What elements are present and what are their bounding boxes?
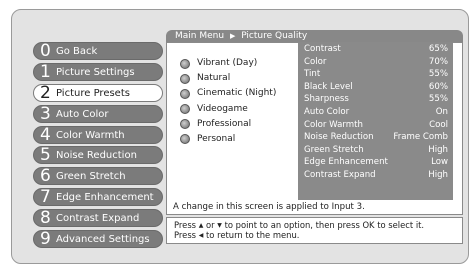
settings-row: Edge Enhancement Low [298,156,453,169]
setting-name: Color [304,56,327,67]
help-select-text: to point to an option, then press OK to … [224,220,425,230]
radio-button-icon[interactable] [180,88,190,99]
breadcrumb-current: Picture Quality [241,31,308,41]
info-note: A change in this screen is applied to In… [173,202,365,212]
menu-button-color-warmth[interactable]: 4 Color Warmth [33,124,163,145]
menu-button-number: 3 [40,103,51,124]
menu-button-auto-color[interactable]: 3 Auto Color [33,103,163,124]
help-return-text: to return to the menu. [206,230,300,240]
setting-name: Noise Reduction [304,132,374,143]
menu-button-label: Color Warmth [56,129,125,141]
menu-button-number: 2 [40,82,51,103]
setting-name: Color Warmth [304,119,363,130]
setting-name: Green Stretch [304,144,364,155]
left-arrow-icon: ◀ [198,232,204,239]
settings-row: Black Level 60% [298,81,453,94]
preset-option-label: Professional [197,118,252,129]
setting-value: On [435,106,448,117]
setting-value: Low [431,157,448,168]
menu-button-green-stretch[interactable]: 6 Green Stretch [33,166,163,187]
settings-summary-panel: Contrast 65% Color 70% Tint 55% Black Level 60%… [298,43,453,200]
menu-button-go-back[interactable]: 0 Go Back [33,42,163,60]
setting-name: Black Level [304,81,353,92]
help-press-text: Press [174,230,197,240]
radio-button-icon[interactable] [180,73,190,84]
radio-button-icon[interactable] [180,58,190,69]
setting-name: Auto Color [304,106,350,117]
setting-value: 55% [428,69,448,80]
menu-button-label: Go Back [56,46,98,57]
menu-button-number: 1 [40,61,51,82]
menu-button-label: Contrast Expand [56,213,140,225]
help-line-2: Press ◀ to return to the menu. [174,230,299,241]
menu-button-number: 6 [40,166,51,187]
setting-value: Frame Comb [393,132,448,143]
left-menu: 0 Go Back 1 Picture Settings 2 Picture Preset… [33,42,163,251]
settings-row: Contrast 65% [298,43,453,56]
breadcrumb: Main Menu ▶ Picture Quality [175,30,307,42]
preset-option-label: Videogame [197,103,248,114]
down-arrow-icon: ▼ [217,222,222,229]
breadcrumb-arrow-icon: ▶ [229,32,236,40]
menu-button-advanced-settings[interactable]: 9 Advanced Settings [33,229,163,250]
menu-button-number: 8 [40,208,51,229]
menu-button-picture-settings[interactable]: 1 Picture Settings [33,61,163,82]
menu-button-label: Noise Reduction [56,150,137,162]
help-or-text: or [206,220,215,230]
preset-option-label: Natural [197,73,231,84]
setting-value: High [428,169,448,180]
menu-button-number: 0 [40,41,51,61]
menu-button-edge-enhancement[interactable]: 7 Edge Enhancement [33,187,163,208]
settings-row: Green Stretch High [298,144,453,157]
menu-button-label: Picture Settings [56,66,135,78]
setting-name: Sharpness [304,94,349,105]
settings-row: Color 70% [298,56,453,69]
help-press-text: Press [174,220,197,230]
menu-button-number: 5 [40,145,51,166]
settings-row: Auto Color On [298,106,453,119]
radio-button-icon[interactable] [180,104,190,115]
preset-option-label: Personal [197,133,236,144]
menu-button-number: 7 [40,187,51,208]
menu-button-number: 4 [40,124,51,145]
menu-button-number: 9 [40,229,51,250]
settings-row: Sharpness 55% [298,93,453,106]
setting-name: Tint [304,69,321,80]
setting-name: Contrast [304,44,341,54]
menu-button-picture-presets[interactable]: 2 Picture Presets [33,82,163,103]
menu-button-contrast-expand[interactable]: 8 Contrast Expand [33,208,163,229]
setting-value: 65% [428,44,448,54]
menu-button-label: Auto Color [56,108,109,120]
setting-value: 70% [428,56,448,67]
menu-button-label: Picture Presets [56,87,130,99]
setting-name: Edge Enhancement [304,157,388,168]
settings-row: Noise Reduction Frame Comb [298,131,453,144]
menu-button-label: Edge Enhancement [56,192,154,204]
tv-menu-screen: 0 Go Back 1 Picture Settings 2 Picture Preset… [0,0,476,271]
preset-option-label: Vibrant (Day) [197,58,258,68]
breadcrumb-parent[interactable]: Main Menu [175,31,224,41]
setting-value: 55% [428,94,448,105]
settings-row: Color Warmth Cool [298,119,453,132]
settings-row: Contrast Expand High [298,169,453,182]
setting-value: 60% [428,81,448,92]
menu-button-label: Advanced Settings [56,234,150,246]
setting-name: Contrast Expand [304,169,376,180]
up-arrow-icon: ▲ [198,222,204,229]
settings-row: Tint 55% [298,68,453,81]
menu-button-noise-reduction[interactable]: 5 Noise Reduction [33,145,163,166]
menu-button-label: Green Stretch [56,171,126,183]
preset-option-label: Cinematic (Night) [197,88,277,99]
setting-value: Cool [429,119,448,130]
setting-value: High [428,144,448,155]
